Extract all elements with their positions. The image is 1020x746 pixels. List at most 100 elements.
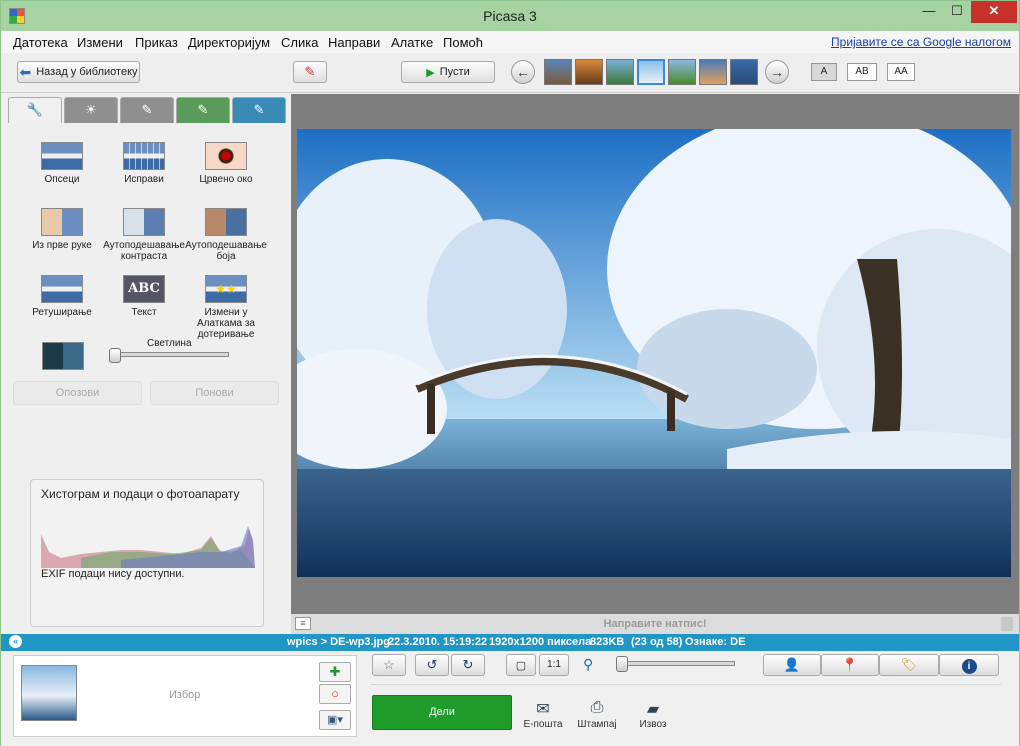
google-signin-link[interactable]: Пријавите се са Google налогом — [831, 35, 1011, 49]
filmstrip-thumb-selected[interactable] — [637, 59, 665, 85]
clear-selection-icon[interactable]: ○ — [319, 684, 351, 704]
email-button[interactable]: ✉ Е-пошта — [517, 699, 569, 730]
photo-viewer: ≡ Направите натпис! — [291, 94, 1019, 634]
brightness-slider[interactable] — [113, 352, 229, 357]
menu-picture[interactable]: Слика — [281, 35, 318, 50]
brightness-label: Светлина — [147, 338, 192, 349]
back-to-library-button[interactable]: ⬅ Назад у библиотеку — [17, 61, 140, 83]
redeye-tool[interactable]: Црвено око — [185, 142, 267, 185]
crop-tool[interactable]: Опсеци — [21, 142, 103, 185]
maximize-button[interactable]: ☐ — [943, 1, 971, 23]
zoom-slider-handle[interactable] — [616, 656, 628, 672]
tags-button[interactable]: 🏷 — [879, 654, 939, 676]
play-label: Пусти — [439, 66, 470, 78]
sun-icon: ☀ — [85, 102, 97, 117]
edit-tabs: 🔧 ☀ ✎ ✎ ✎ — [8, 97, 286, 123]
fit-screen-button[interactable]: ▢ — [506, 654, 536, 676]
tab-effects-1[interactable]: ✎ — [120, 97, 174, 123]
tab-tuning[interactable]: ☀ — [64, 97, 118, 123]
auto-contrast-label: Аутоподешавање контраста — [103, 240, 185, 262]
next-photo-button[interactable]: → — [765, 60, 789, 84]
share-button[interactable]: Дели — [372, 695, 512, 730]
effects-icon: ✎ — [304, 64, 316, 79]
status-bar: « wpics > DE-wp3.jpg 22.3.2010. 15:19:22… — [1, 634, 1019, 651]
collapse-panel-icon[interactable]: « — [9, 635, 22, 648]
caption-mode-aa[interactable]: AA — [887, 63, 915, 81]
caption-input[interactable]: Направите натпис! — [604, 618, 707, 630]
edit-tools-label: Измени у Алаткама за дотеривање — [197, 307, 255, 340]
menu-create[interactable]: Направи — [328, 35, 380, 50]
menu-help[interactable]: Помоћ — [443, 35, 483, 50]
menu-file[interactable]: Датотека — [13, 35, 68, 50]
export-label: Извоз — [639, 719, 667, 730]
effects-button[interactable]: ✎ — [293, 61, 327, 83]
star-icon: ☆ — [383, 657, 395, 672]
blue-brush-icon: ✎ — [253, 102, 265, 117]
undo-button[interactable]: Опозови — [13, 381, 142, 405]
menu-view[interactable]: Приказ — [135, 35, 178, 50]
edit-panel: 🔧 ☀ ✎ ✎ ✎ Опсеци Исправи Црвено око Из п… — [5, 94, 289, 632]
app-window: Picasa 3 — ☐ ✕ Датотека Измени Приказ Ди… — [0, 0, 1020, 746]
geotag-button[interactable]: 📍 — [821, 654, 879, 676]
rotate-left-button[interactable]: ↺ — [415, 654, 449, 676]
back-to-library-label: Назад у библиотеку — [36, 66, 138, 78]
print-button[interactable]: ⎙ Штампај — [571, 699, 623, 730]
caption-mode-ab[interactable]: AB — [847, 63, 877, 81]
auto-contrast-tool[interactable]: Аутоподешавање контраста — [103, 208, 185, 262]
menu-folder[interactable]: Директоријум — [188, 35, 270, 50]
tab-basic-fixes[interactable]: 🔧 — [8, 97, 62, 123]
feeling-lucky-thumbnail — [41, 208, 83, 236]
caption-toggle-icon[interactable]: ≡ — [295, 617, 311, 630]
filmstrip-thumb[interactable] — [606, 59, 634, 85]
filmstrip-thumb[interactable] — [699, 59, 727, 85]
minimize-button[interactable]: — — [915, 1, 943, 23]
close-button[interactable]: ✕ — [971, 1, 1017, 23]
rotate-right-icon: ↻ — [462, 657, 474, 672]
tray-thumbnail[interactable] — [21, 665, 77, 721]
arrow-left-icon: ← — [516, 64, 530, 80]
info-button[interactable]: i — [939, 654, 999, 676]
text-tool[interactable]: ABC Текст — [103, 275, 185, 318]
edit-tools-tool[interactable]: ★★ Измени у Алаткама за дотеривање — [185, 275, 267, 340]
redeye-label: Црвено око — [199, 174, 253, 185]
pin-icon[interactable]: ✚ — [319, 662, 351, 682]
tray-menu-icon[interactable]: ▣▾ — [319, 710, 351, 730]
auto-color-tool[interactable]: Аутоподешавање боја — [185, 208, 267, 262]
caption-mode-a[interactable]: A — [811, 63, 837, 81]
zoom-icon: ⚲ — [583, 656, 594, 672]
arrow-right-icon: → — [770, 64, 784, 80]
exif-message: EXIF подаци нису доступни. — [41, 568, 185, 580]
people-button[interactable]: 👤 — [763, 654, 821, 676]
auto-color-label: Аутоподешавање боја — [185, 240, 267, 262]
straighten-thumbnail — [123, 142, 165, 170]
rotate-right-button[interactable]: ↻ — [451, 654, 485, 676]
export-folder-icon: ▰ — [646, 701, 660, 718]
status-dimensions: 1920x1200 пиксела — [489, 636, 592, 648]
tab-effects-3[interactable]: ✎ — [232, 97, 286, 123]
rotate-left-icon: ↺ — [426, 657, 438, 672]
play-slideshow-button[interactable]: ▶ Пусти — [401, 61, 495, 83]
straighten-tool[interactable]: Исправи — [103, 142, 185, 185]
menu-edit[interactable]: Измени — [77, 35, 123, 50]
zoom-slider[interactable] — [619, 661, 735, 666]
crop-thumbnail — [41, 142, 83, 170]
histogram-title: Хистограм и подаци о фотоапарату — [41, 487, 240, 501]
previous-photo-button[interactable]: ← — [511, 60, 535, 84]
export-button[interactable]: ▰ Извоз — [627, 699, 679, 730]
redeye-thumbnail — [205, 142, 247, 170]
retouch-thumbnail — [41, 275, 83, 303]
tab-effects-2[interactable]: ✎ — [176, 97, 230, 123]
actual-size-button[interactable]: 1:1 — [539, 654, 569, 676]
menu-tools[interactable]: Алатке — [391, 35, 433, 50]
feeling-lucky-tool[interactable]: Из прве руке — [21, 208, 103, 251]
filmstrip-thumb[interactable] — [730, 59, 758, 85]
filmstrip-thumb[interactable] — [544, 59, 572, 85]
filmstrip-thumb[interactable] — [575, 59, 603, 85]
filmstrip-thumb[interactable] — [668, 59, 696, 85]
toolbar: ⬅ Назад у библиотеку ✎ ▶ Пусти ← → A AB … — [1, 53, 1019, 93]
brightness-slider-handle[interactable] — [109, 348, 121, 363]
star-button[interactable]: ☆ — [372, 654, 406, 676]
redo-button[interactable]: Понови — [150, 381, 279, 405]
retouch-tool[interactable]: Ретуширање — [21, 275, 103, 318]
trash-icon[interactable] — [1001, 617, 1013, 631]
